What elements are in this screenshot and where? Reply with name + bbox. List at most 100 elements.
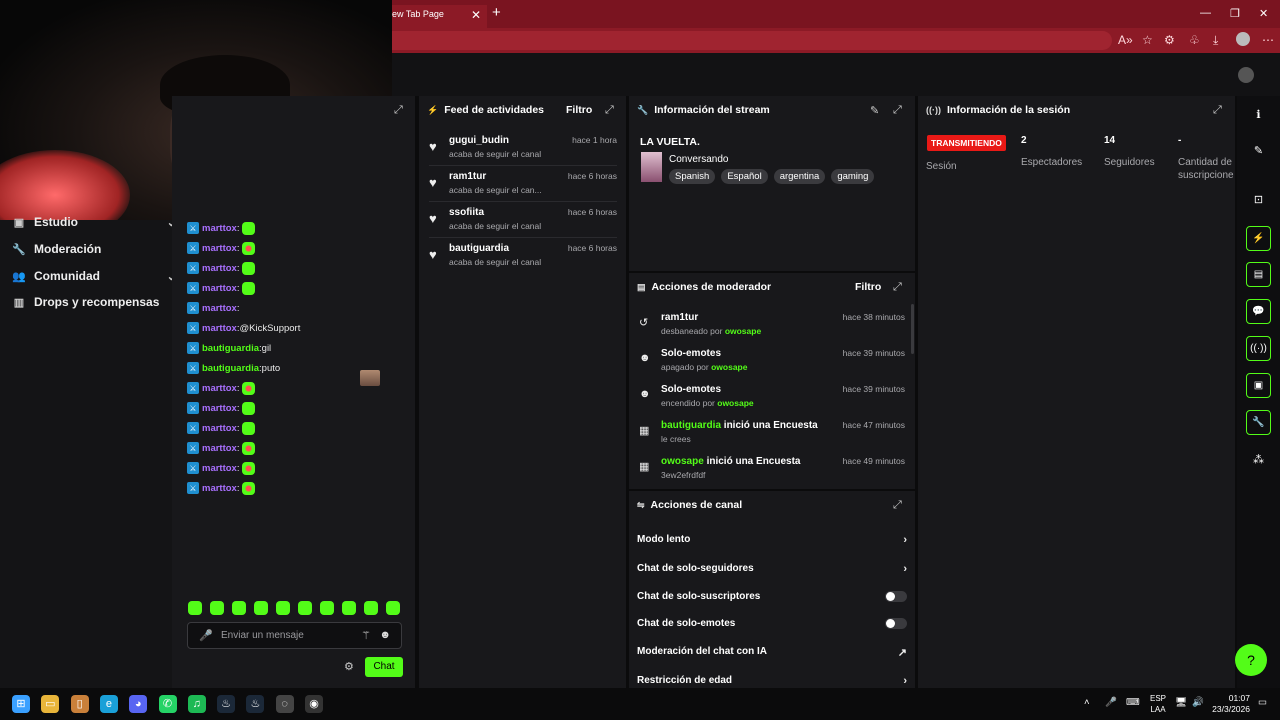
chat-username[interactable]: marttox [202, 223, 237, 234]
clock[interactable]: 01:07 23/3/2026 [1212, 693, 1250, 715]
book-icon[interactable]: ▯ [70, 695, 89, 713]
read-aloud-icon[interactable]: A» [1118, 33, 1133, 47]
favorites-icon[interactable]: ☆ [1142, 33, 1153, 47]
edge-icon[interactable]: e [99, 695, 118, 713]
chat-username[interactable]: bautiguardia [202, 343, 259, 354]
filter-button[interactable]: Filtro [855, 281, 881, 293]
maximize-button[interactable]: ❐ [1230, 7, 1240, 20]
channel-action-3[interactable]: Chat de solo-suscriptores [637, 591, 907, 605]
document-icon[interactable]: ▤ [1246, 262, 1271, 287]
steam-icon[interactable]: ♨ [246, 695, 265, 713]
more-icon[interactable]: ⋯ [1262, 33, 1274, 47]
mod-action-by-user[interactable]: owosape [725, 326, 761, 336]
minimize-button[interactable]: — [1200, 7, 1211, 19]
activity-username[interactable]: ssofiita [449, 207, 484, 218]
mod-action-by-user[interactable]: owosape [717, 398, 753, 408]
emote-icon[interactable] [342, 601, 356, 615]
browser-tab[interactable]: ew Tab Page ✕ [392, 5, 487, 28]
channel-action-4[interactable]: Chat de solo-emotes [637, 618, 907, 632]
emote-icon[interactable] [386, 601, 400, 615]
expand-icon[interactable]: ⤢ [893, 499, 902, 512]
profile-icon[interactable] [1236, 32, 1250, 46]
chat-username[interactable]: marttox [202, 423, 237, 434]
emote-icon[interactable] [254, 601, 268, 615]
address-bar[interactable] [392, 31, 1112, 50]
windows-icon[interactable]: ⊞ [12, 695, 30, 713]
screenshot-icon[interactable]: ⊡ [1246, 188, 1271, 213]
external-link-icon[interactable]: ↗ [898, 646, 907, 659]
chat-username[interactable]: marttox [202, 463, 237, 474]
stream-tag[interactable]: Español [721, 169, 768, 184]
nav-item-drops[interactable]: ▥ Drops y recompensas [12, 295, 160, 309]
channel-action-2[interactable]: Chat de solo-seguidores › [637, 563, 907, 577]
expand-icon[interactable]: ⤢ [605, 104, 614, 117]
chat-username[interactable]: marttox [202, 383, 237, 394]
mod-action-user[interactable]: owosape [661, 456, 704, 467]
chat-username[interactable]: marttox [202, 303, 237, 314]
chevron-right-icon[interactable]: › [903, 534, 907, 546]
chevron-right-icon[interactable]: › [903, 563, 907, 575]
activity-username[interactable]: ram1tur [449, 171, 486, 182]
chat-username[interactable]: bautiguardia [202, 363, 259, 374]
steam-icon[interactable]: ♨ [217, 695, 236, 713]
chat-username[interactable]: marttox [202, 323, 237, 334]
media-icon[interactable]: ▣ [1246, 373, 1271, 398]
emote-icon[interactable] [298, 601, 312, 615]
emote-icon[interactable] [276, 601, 290, 615]
send-chat-button[interactable]: Chat [365, 657, 403, 677]
chat-username[interactable]: marttox [202, 283, 237, 294]
toggle-switch[interactable] [885, 591, 907, 602]
scrollbar[interactable] [911, 304, 914, 354]
chat-username[interactable]: marttox [202, 483, 237, 494]
language-indicator[interactable]: ESP LAA [1150, 693, 1166, 715]
new-tab-button[interactable]: + [492, 4, 501, 21]
emote-icon[interactable] [364, 601, 378, 615]
tab-close-icon[interactable]: ✕ [471, 8, 481, 22]
channel-action-1[interactable]: Modo lento › [637, 534, 907, 548]
stream-tag[interactable]: gaming [831, 169, 875, 184]
activity-username[interactable]: bautiguardia [449, 243, 509, 254]
expand-icon[interactable]: ⤢ [394, 104, 403, 117]
discord-icon[interactable]: ◕ [129, 695, 148, 713]
mic-icon[interactable]: 🎤 [199, 629, 213, 642]
translate-icon[interactable]: ⚚ [361, 629, 371, 642]
bolt-icon[interactable]: ⚡ [1246, 226, 1271, 251]
mod-action-by-user[interactable]: owosape [711, 362, 747, 372]
wrench-icon[interactable]: 🔧 [1246, 410, 1271, 435]
channel-action-6[interactable]: Restricción de edad › [637, 675, 907, 689]
chevron-right-icon[interactable]: › [903, 675, 907, 687]
emote-icon[interactable] [320, 601, 334, 615]
tray-icon[interactable]: 🎤 [1105, 697, 1117, 708]
chat-settings-icon[interactable]: ⚙ [344, 660, 354, 673]
chat-username[interactable]: marttox [202, 263, 237, 274]
share-icon[interactable]: ⁂ [1246, 448, 1271, 473]
emote-icon[interactable] [188, 601, 202, 615]
expand-icon[interactable]: ⤢ [1213, 104, 1222, 117]
emote-icon[interactable] [210, 601, 224, 615]
broadcast-icon[interactable]: ((·)) [1246, 336, 1271, 361]
chat-icon[interactable]: 💬 [1246, 299, 1271, 324]
collections-icon[interactable]: ♧ [1189, 33, 1200, 47]
tray-icon[interactable]: 🖥 [1175, 697, 1187, 708]
channel-action-5[interactable]: Moderación del chat con IA ↗ [637, 646, 907, 660]
close-window-button[interactable]: ✕ [1259, 7, 1268, 20]
filter-button[interactable]: Filtro [566, 104, 592, 116]
mod-action-user[interactable]: bautiguardia [661, 420, 721, 431]
edit-icon[interactable]: ✎ [870, 104, 879, 117]
edit-icon[interactable]: ✎ [1246, 139, 1271, 164]
stream-tag[interactable]: argentina [773, 169, 826, 184]
stream-tag[interactable]: Spanish [669, 169, 716, 184]
expand-icon[interactable]: ⤢ [893, 281, 902, 294]
activity-username[interactable]: gugui_budin [449, 135, 509, 146]
whatsapp-icon[interactable]: ✆ [158, 695, 177, 713]
emoji-icon[interactable]: ☻ [379, 629, 391, 641]
chat-username[interactable]: marttox [202, 403, 237, 414]
tray-icon[interactable]: 🔊 [1192, 697, 1204, 708]
chat-username[interactable]: marttox [202, 243, 237, 254]
nav-item-comunidad[interactable]: 👥 Comunidad ⌄ [12, 269, 176, 283]
info-icon[interactable]: ℹ [1246, 103, 1271, 128]
tray-icon[interactable]: ⌨ [1126, 697, 1140, 708]
chat-username[interactable]: marttox [202, 443, 237, 454]
toggle-switch[interactable] [885, 618, 907, 629]
notification-icon[interactable]: ▭ [1258, 697, 1267, 708]
